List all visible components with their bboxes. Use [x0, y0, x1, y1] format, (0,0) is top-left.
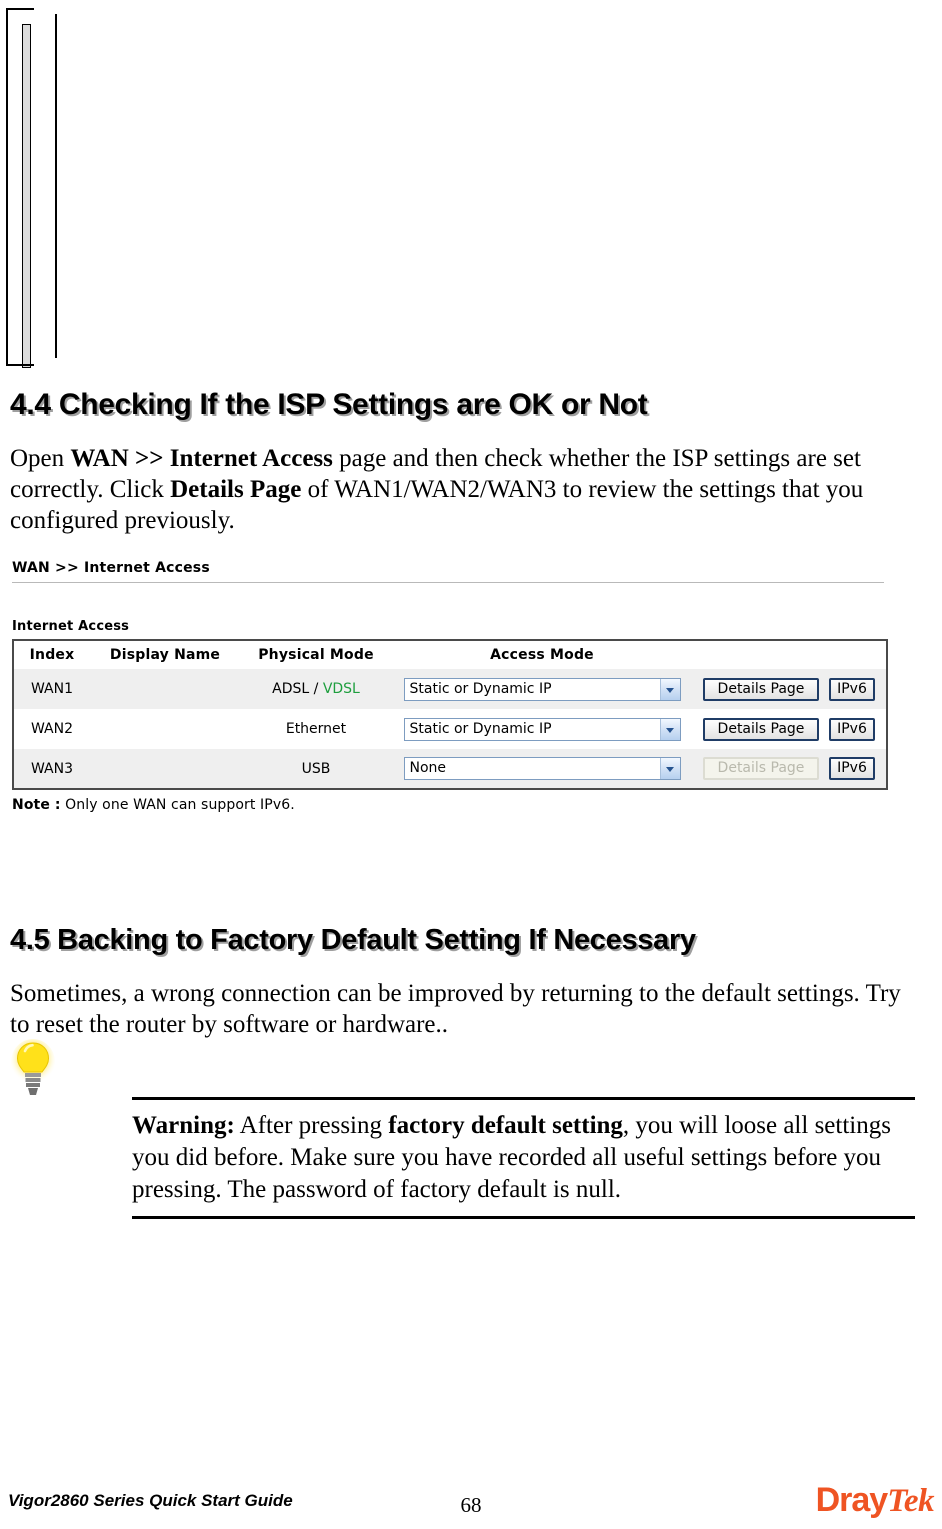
draytek-logo: DrayTek	[815, 1481, 935, 1519]
internet-access-table: Index Display Name Physical Mode Access …	[12, 639, 888, 790]
access-mode-value-wan2: Static or Dynamic IP	[409, 720, 552, 737]
logo-dray-text: Dray	[815, 1481, 889, 1519]
physical-mode-adsl: ADSL /	[272, 681, 323, 697]
ipv6-button-wan2[interactable]: IPv6	[829, 717, 875, 741]
row-display-name-wan1	[90, 669, 240, 709]
chevron-down-icon[interactable]	[659, 718, 680, 740]
row-physical-mode-wan3: USB	[240, 749, 392, 789]
details-page-button-wan1[interactable]: Details Page	[703, 677, 819, 701]
table-row: WAN1 ADSL / VDSL Static or Dynamic IP De…	[13, 669, 887, 709]
breadcrumb: WAN >> Internet Access	[12, 560, 210, 576]
row-actions-wan2: Details Page IPv6	[692, 709, 887, 749]
ipv6-button-wan3[interactable]: IPv6	[829, 757, 875, 780]
row-actions-wan3: Details Page IPv6	[692, 749, 887, 789]
column-header-display-name: Display Name	[90, 640, 240, 669]
physical-mode-vdsl: VDSL	[322, 681, 360, 697]
access-mode-value-wan3: None	[409, 760, 447, 776]
physical-mode-ethernet: Ethernet	[285, 721, 347, 737]
frame-right-line	[55, 14, 57, 358]
breadcrumb-divider	[12, 582, 884, 583]
section-heading-4-4: 4.4 Checking If the ISP Settings are OK …	[10, 388, 648, 421]
row-display-name-wan3	[90, 749, 240, 789]
row-physical-mode-wan2: Ethernet	[240, 709, 392, 749]
column-header-index: Index	[13, 640, 90, 669]
table-header-row: Index Display Name Physical Mode Access …	[13, 640, 887, 669]
column-header-access-mode: Access Mode	[392, 640, 692, 669]
lightbulb-icon	[11, 1039, 55, 1095]
warning-emphasis-factory-default-setting: factory default setting	[388, 1112, 623, 1139]
column-header-actions	[692, 640, 887, 669]
row-physical-mode-wan1: ADSL / VDSL	[240, 669, 392, 709]
details-page-button-wan2[interactable]: Details Page	[703, 717, 819, 741]
warning-text-1: After pressing	[234, 1112, 389, 1139]
chevron-down-icon[interactable]	[659, 758, 680, 779]
access-mode-select-wan1[interactable]: Static or Dynamic IP	[403, 677, 681, 701]
logo-tek-text: Tek	[887, 1483, 934, 1519]
section-4-5-paragraph: Sometimes, a wrong connection can be imp…	[10, 980, 901, 1038]
warning-box: Warning: After pressing factory default …	[132, 1097, 915, 1219]
access-mode-select-wan2[interactable]: Static or Dynamic IP	[403, 717, 681, 741]
row-access-mode-wan3: None	[392, 749, 692, 789]
internet-access-subtitle: Internet Access	[12, 619, 130, 634]
table-row: WAN3 USB None Details Page IPv6	[13, 749, 887, 789]
chevron-down-icon[interactable]	[659, 678, 680, 700]
footer-page-number: 68	[460, 1493, 482, 1517]
warning-text: Warning: After pressing factory default …	[132, 1110, 915, 1206]
row-access-mode-wan2: Static or Dynamic IP	[392, 709, 692, 749]
para-text-1: Open	[10, 445, 71, 472]
row-display-name-wan2	[90, 709, 240, 749]
para-bold-details-page: Details Page	[170, 476, 302, 503]
ipv6-button-wan1[interactable]: IPv6	[829, 677, 875, 701]
access-mode-value-wan1: Static or Dynamic IP	[409, 680, 552, 697]
row-access-mode-wan1: Static or Dynamic IP	[392, 669, 692, 709]
column-header-physical-mode: Physical Mode	[240, 640, 392, 669]
row-index-wan1: WAN1	[13, 669, 90, 709]
frame-inner-bar	[22, 24, 31, 368]
row-index-wan3: WAN3	[13, 749, 90, 789]
row-index-wan2: WAN2	[13, 709, 90, 749]
wan-internet-access-screenshot: WAN >> Internet Access Internet Access I…	[12, 560, 892, 813]
section-heading-4-5: 4.5 Backing to Factory Default Setting I…	[10, 924, 696, 956]
table-row: WAN2 Ethernet Static or Dynamic IP Detai…	[13, 709, 887, 749]
warning-label: Warning:	[132, 1112, 235, 1139]
details-page-button-wan3: Details Page	[703, 757, 819, 780]
section-4-4-paragraph: Open WAN >> Internet Access page and the…	[10, 443, 930, 536]
note-label: Note :	[12, 797, 61, 813]
access-mode-select-wan3[interactable]: None	[403, 757, 681, 780]
ipv6-note: Note : Only one WAN can support IPv6.	[12, 797, 892, 813]
note-text: Only one WAN can support IPv6.	[60, 797, 295, 813]
row-actions-wan1: Details Page IPv6	[692, 669, 887, 709]
physical-mode-usb: USB	[301, 760, 331, 777]
page-frame-remnant	[6, 8, 34, 368]
para-bold-wan-internet-access: WAN >> Internet Access	[70, 445, 333, 472]
